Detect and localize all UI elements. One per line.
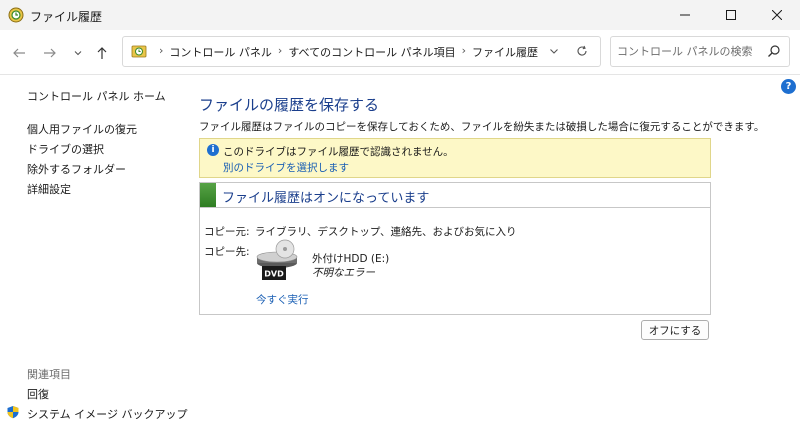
- page-description: ファイル履歴はファイルのコピーを保存しておくため、ファイルを紛失または破損した場…: [199, 121, 765, 133]
- arrow-right-icon: [44, 48, 56, 58]
- minimize-icon: [680, 14, 690, 16]
- arrow-left-icon: [13, 48, 25, 58]
- refresh-button[interactable]: [574, 43, 590, 59]
- address-dropdown-button[interactable]: [546, 43, 562, 59]
- file-history-app-icon: [8, 7, 24, 23]
- sidebar-link-system-image-backup[interactable]: システム イメージ バックアップ: [27, 406, 187, 422]
- breadcrumb-item-file-history[interactable]: ファイル履歴: [472, 44, 538, 60]
- sidebar-link-recovery[interactable]: 回復: [27, 386, 49, 402]
- close-button[interactable]: [754, 0, 800, 30]
- warning-text: このドライブはファイル履歴で認識されません。: [223, 146, 454, 158]
- sidebar-link-select-drive[interactable]: ドライブの選択: [27, 141, 104, 157]
- back-button[interactable]: [7, 41, 31, 65]
- forward-button[interactable]: [38, 41, 62, 65]
- search-box[interactable]: [610, 36, 790, 67]
- run-now-link[interactable]: 今すぐ実行: [256, 292, 309, 307]
- copy-from-label: コピー元:: [204, 226, 250, 238]
- chevron-down-icon: [74, 51, 82, 56]
- status-indicator-bar: [200, 183, 216, 207]
- sidebar-link-restore-files[interactable]: 個人用ファイルの復元: [27, 121, 137, 137]
- search-input[interactable]: [617, 41, 757, 61]
- breadcrumb-item-control-panel[interactable]: コントロール パネル: [169, 44, 272, 60]
- file-history-status-panel: ファイル履歴はオンになっています コピー元: ライブラリ、デスクトップ、連絡先、…: [199, 182, 711, 315]
- close-icon: [772, 10, 782, 20]
- copy-from-value: ライブラリ、デスクトップ、連絡先、およびお気に入り: [255, 226, 517, 238]
- maximize-button[interactable]: [708, 0, 754, 30]
- copy-to-label: コピー先:: [204, 246, 250, 258]
- info-icon: i: [207, 144, 219, 156]
- turn-off-button[interactable]: オフにする: [641, 320, 709, 340]
- recent-locations-button[interactable]: [66, 41, 90, 65]
- warning-banner: i このドライブはファイル履歴で認識されません。 別のドライブを選択します: [199, 138, 711, 178]
- page-title: ファイルの履歴を保存する: [199, 96, 380, 114]
- up-button[interactable]: [90, 41, 114, 65]
- status-header: ファイル履歴はオンになっています: [200, 183, 710, 208]
- minimize-button[interactable]: [662, 0, 708, 30]
- status-title: ファイル履歴はオンになっています: [222, 191, 430, 206]
- shield-icon: [7, 406, 19, 419]
- refresh-icon: [577, 45, 587, 56]
- title-bar: ファイル履歴: [0, 0, 800, 30]
- chevron-down-icon: [550, 49, 558, 54]
- target-drive-status: 不明なエラー: [312, 267, 375, 279]
- breadcrumb-item-all-items[interactable]: すべてのコントロール パネル項目: [288, 44, 455, 60]
- sidebar-link-exclude-folders[interactable]: 除外するフォルダー: [27, 161, 126, 177]
- related-heading: 関連項目: [27, 368, 71, 381]
- target-drive-name: 外付けHDD (E:): [312, 253, 390, 265]
- dvd-drive-icon: DVD: [256, 239, 302, 283]
- arrow-up-icon: [97, 47, 107, 59]
- dvd-badge: DVD: [264, 270, 284, 279]
- control-panel-icon: [131, 45, 147, 58]
- search-icon[interactable]: [766, 43, 782, 59]
- maximize-icon: [726, 10, 736, 20]
- sidebar-link-advanced-settings[interactable]: 詳細設定: [27, 181, 71, 197]
- help-icon[interactable]: ?: [781, 79, 796, 94]
- sidebar-link-control-panel-home[interactable]: コントロール パネル ホーム: [27, 88, 166, 104]
- window-title: ファイル履歴: [30, 10, 103, 24]
- select-another-drive-link[interactable]: 別のドライブを選択します: [223, 160, 349, 175]
- address-bar[interactable]: › コントロール パネル › すべてのコントロール パネル項目 › ファイル履歴: [122, 36, 601, 67]
- breadcrumb: › コントロール パネル › すべてのコントロール パネル項目 › ファイル履歴: [159, 44, 539, 60]
